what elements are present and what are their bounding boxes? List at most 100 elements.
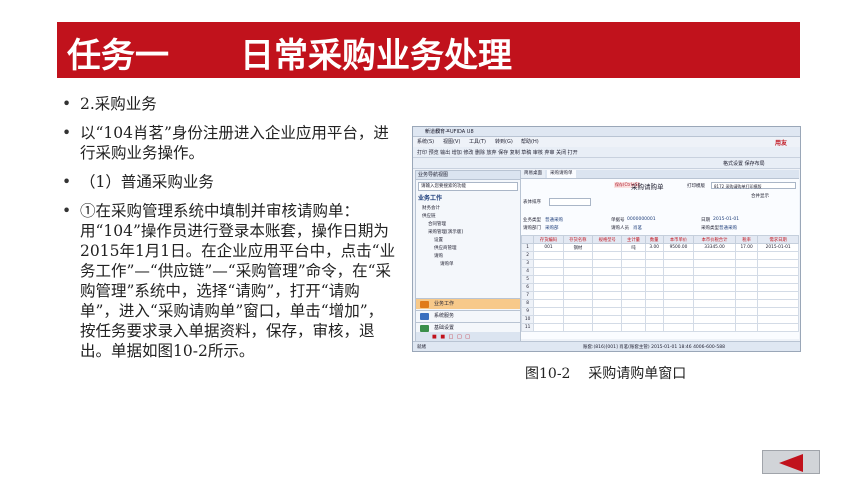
business-type-value: 普通采购 [545,218,563,223]
bullet-item: 以“104肖茗”身份注册进入企业应用平台，进行采购业务操作。 [62,123,398,163]
pane-label: 业务工作 [434,301,455,307]
table-cell [621,299,646,308]
table-cell [662,251,695,260]
status-bar: 就绪 账套:(816)[001] 肖茗(账套主管) 2015-01-01 18:… [413,341,800,351]
table-cell [662,307,695,316]
table-cell [562,323,594,332]
pane-business-work: 业务工作 [416,298,520,309]
table-cell [533,251,564,260]
items-grid: 存货编码 存货名称 规格型号 主计量 数量 本币单价 本币价税合计 税率 需求日期 1 001 钢材… [520,235,799,332]
table-cell [693,259,736,268]
sort-label: 表体排序 [523,200,541,205]
table-cell [533,323,564,332]
table-cell [662,315,695,324]
pane-system-service: 系统服务 [416,310,520,321]
table-cell [644,291,664,300]
table-cell [662,267,695,276]
table-cell [734,283,759,292]
menu-tools: 工具(T) [469,139,486,145]
table-cell [693,291,736,300]
table-row[interactable]: 11 [520,323,799,332]
table-cell [592,283,623,292]
table-cell [693,323,736,332]
table-cell: 5 [520,275,535,284]
table-row[interactable]: 5 [520,275,799,284]
table-cell [592,307,623,316]
tab-simple-desktop: 简易桌面 [521,170,545,178]
table-cell [533,307,564,316]
table-row[interactable]: 7 [520,291,799,300]
table-cell [621,307,646,316]
menu-goto: 转到(G) [495,139,513,145]
table-cell [734,307,759,316]
back-button[interactable] [762,450,820,474]
nav-toolbar: ■ ■ □ □ □ [416,332,520,341]
table-cell: 33345.00 [693,243,736,252]
table-cell [592,275,623,284]
table-cell [533,315,564,324]
table-row[interactable]: 9 [520,307,799,316]
table-cell: 4 [520,267,535,276]
table-cell [757,275,799,284]
table-cell [662,299,695,308]
table-cell [592,315,623,324]
grid-header-cell [520,235,535,244]
table-cell [734,291,759,300]
table-cell [562,299,594,308]
tree-item: 财务会计 [422,206,440,211]
table-cell [533,275,564,284]
nav-pane: 业务导航视图 请输入您要搜索的功能 业务工作 财务会计 供应链 合同管理 采购管… [415,170,521,342]
pane-label: 系统服务 [434,313,455,319]
status-right: 账套:(816)[001] 肖茗(账套主管) 2015-01-01 18:46 … [583,345,725,350]
table-cell: 1 [520,243,535,252]
table-row[interactable]: 6 [520,283,799,292]
table-cell [734,275,759,284]
grid-header-cell: 存货名称 [562,235,594,244]
table-cell: 11 [520,323,535,332]
table-cell [644,283,664,292]
pane-label: 基础设置 [434,325,455,331]
table-row[interactable]: 2 [520,251,799,260]
table-cell [621,267,646,276]
table-cell [562,315,594,324]
table-cell [757,299,799,308]
table-cell [734,299,759,308]
table-cell [693,275,736,284]
table-cell [757,251,799,260]
table-cell [693,267,736,276]
table-row[interactable]: 1 001 钢材 吨 3.00 9500.00 33345.00 17.00 2015-01-0… [520,243,799,252]
person-value: 肖茗 [633,226,642,231]
bullet-list: 2.采购业务 以“104肖茗”身份注册进入企业应用平台，进行采购业务操作。 （1… [62,94,398,370]
table-cell: 001 [533,243,564,252]
grid-header-cell: 规格型号 [592,235,623,244]
table-row[interactable]: 4 [520,267,799,276]
bullet-item: ①在采购管理系统中填制并审核请购单：用“104”操作员进行登录本账套，操作日期为… [62,201,398,361]
table-cell: 17.00 [734,243,759,252]
back-arrow-icon [779,454,803,472]
ptype-value: 普通采购 [719,226,737,231]
table-row[interactable]: 10 [520,315,799,324]
merge-label: 合并显示 [751,194,769,199]
business-type-label: 业务类型 [523,218,541,223]
table-cell [621,259,646,268]
bullet-item: 2.采购业务 [62,94,398,114]
grid-header-cell: 存货编码 [533,235,564,244]
table-cell [562,275,594,284]
table-row[interactable]: 8 [520,299,799,308]
table-cell [621,275,646,284]
brand-logo: 用友 [774,140,787,147]
table-row[interactable]: 3 [520,259,799,268]
table-cell [662,275,695,284]
grid-header-cell: 税率 [734,235,759,244]
table-cell [562,259,594,268]
table-cell [757,323,799,332]
document-area: 保存(Ctrl+S) 采购请购单 打印模版 8172 采购请购单打印模版 合并显… [520,179,799,339]
tree-item: 设置 [434,238,443,243]
table-cell: 2015-01-01 [757,243,799,252]
figure-caption: 图10-2 采购请购单窗口 [525,366,687,382]
menu-view: 视图(V) [443,139,461,145]
table-cell [644,323,664,332]
table-cell [644,267,664,276]
table-cell [533,283,564,292]
menu-system: 系统(S) [417,139,435,145]
